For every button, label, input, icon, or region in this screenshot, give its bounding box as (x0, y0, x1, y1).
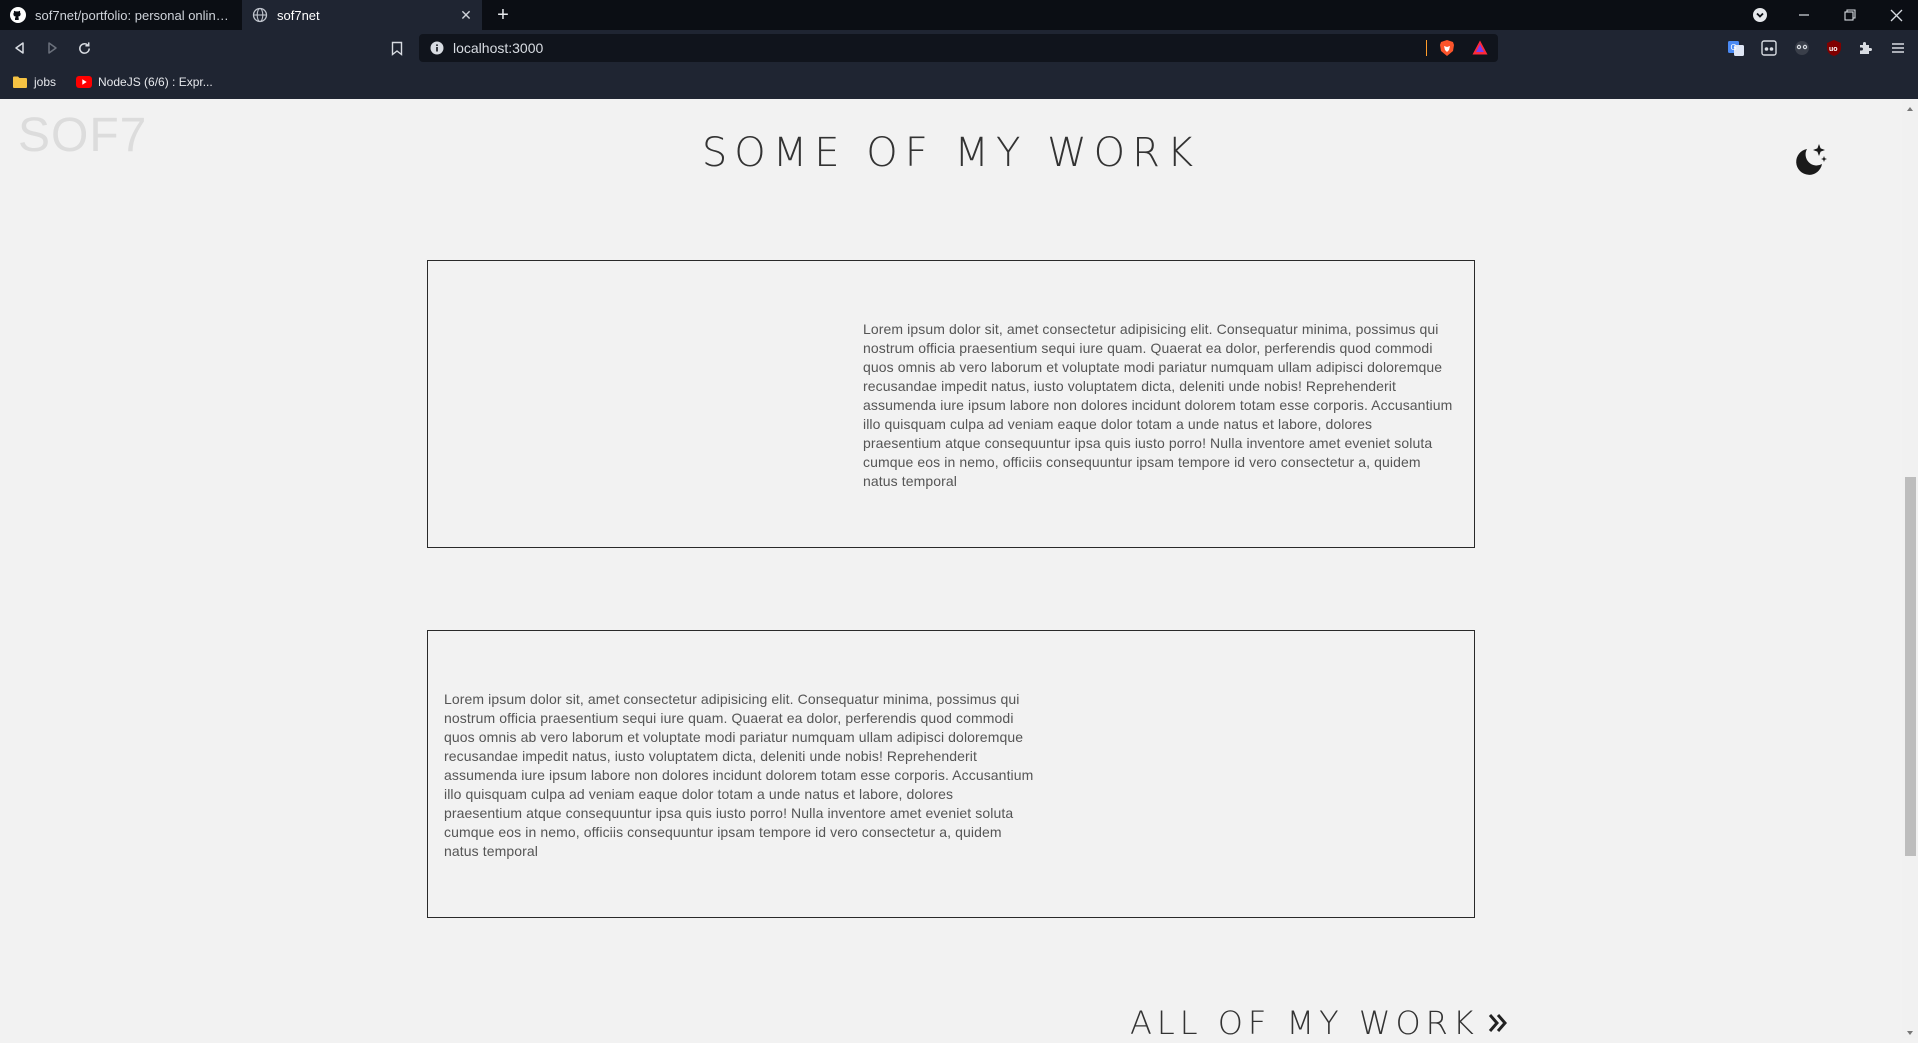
bookmark-label: jobs (34, 75, 57, 89)
double-chevron-right-icon (1487, 1012, 1509, 1034)
svg-text:uo: uo (1829, 46, 1838, 53)
scroll-up-arrow-icon[interactable] (1905, 101, 1915, 111)
bookmark-label: NodeJS (6/6) : Expr... (98, 75, 213, 89)
reader-extension-icon[interactable] (1759, 38, 1779, 58)
menu-icon[interactable] (1888, 38, 1908, 58)
project-card[interactable]: Lorem ipsum dolor sit, amet consectetur … (427, 260, 1475, 548)
ublock-extension-icon[interactable]: uo (1824, 38, 1844, 58)
bookmark-icon[interactable] (386, 37, 408, 59)
all-work-label: ALL OF MY WORK (1130, 1004, 1479, 1042)
brave-shields-icon[interactable] (1438, 39, 1456, 57)
github-icon (10, 7, 26, 23)
url-text: localhost:3000 (453, 40, 544, 56)
reload-icon[interactable] (72, 36, 96, 60)
tab-search-icon[interactable] (1740, 0, 1780, 30)
browser-toolbar: localhost:3000 G uo (0, 30, 1918, 66)
dark-mode-toggle-icon[interactable] (1790, 141, 1830, 181)
tab-title: sof7net (277, 7, 320, 23)
extensions-puzzle-icon[interactable] (1856, 38, 1876, 58)
back-icon[interactable] (8, 36, 32, 60)
brave-rewards-icon[interactable] (1471, 39, 1489, 57)
site-info-icon[interactable] (430, 41, 444, 55)
all-work-link[interactable]: ALL OF MY WORK (1130, 1004, 1509, 1042)
project-card[interactable]: Lorem ipsum dolor sit, amet consectetur … (427, 630, 1475, 918)
globe-icon (252, 7, 268, 23)
bookmark-folder-jobs[interactable]: jobs (12, 72, 56, 92)
section-title: SOME OF MY WORK (701, 130, 1201, 176)
close-tab-icon[interactable]: ✕ (458, 7, 474, 23)
bookmarks-bar: jobs NodeJS (6/6) : Expr... (0, 66, 1918, 99)
scroll-down-arrow-icon[interactable] (1905, 1025, 1915, 1035)
scrollbar-thumb[interactable] (1905, 477, 1916, 856)
folder-icon (12, 75, 28, 89)
page-viewport: SOF7 SOME OF MY WORK Lorem ipsum dolor s… (0, 99, 1918, 1042)
project-description: Lorem ipsum dolor sit, amet consectetur … (444, 691, 1034, 859)
tab-sof7net[interactable]: sof7net ✕ (242, 0, 482, 30)
restore-icon[interactable] (1830, 0, 1870, 30)
tampermonkey-extension-icon[interactable] (1792, 38, 1812, 58)
translate-extension-icon[interactable]: G (1726, 38, 1746, 58)
bookmark-nodejs[interactable]: NodeJS (6/6) : Expr... (76, 72, 213, 92)
youtube-icon (76, 76, 92, 88)
url-divider (1426, 40, 1427, 56)
address-bar[interactable]: localhost:3000 (419, 34, 1498, 62)
project-description: Lorem ipsum dolor sit, amet consectetur … (863, 321, 1453, 489)
tab-title: sof7net/portfolio: personal online resum… (35, 7, 235, 23)
close-window-icon[interactable] (1876, 0, 1916, 30)
tab-github[interactable]: sof7net/portfolio: personal online resum… (0, 0, 242, 30)
browser-tab-strip: sof7net/portfolio: personal online resum… (0, 0, 1918, 30)
forward-icon[interactable] (40, 36, 64, 60)
new-tab-button[interactable]: + (492, 4, 514, 26)
svg-text:G: G (1731, 43, 1737, 52)
minimize-icon[interactable] (1784, 0, 1824, 30)
